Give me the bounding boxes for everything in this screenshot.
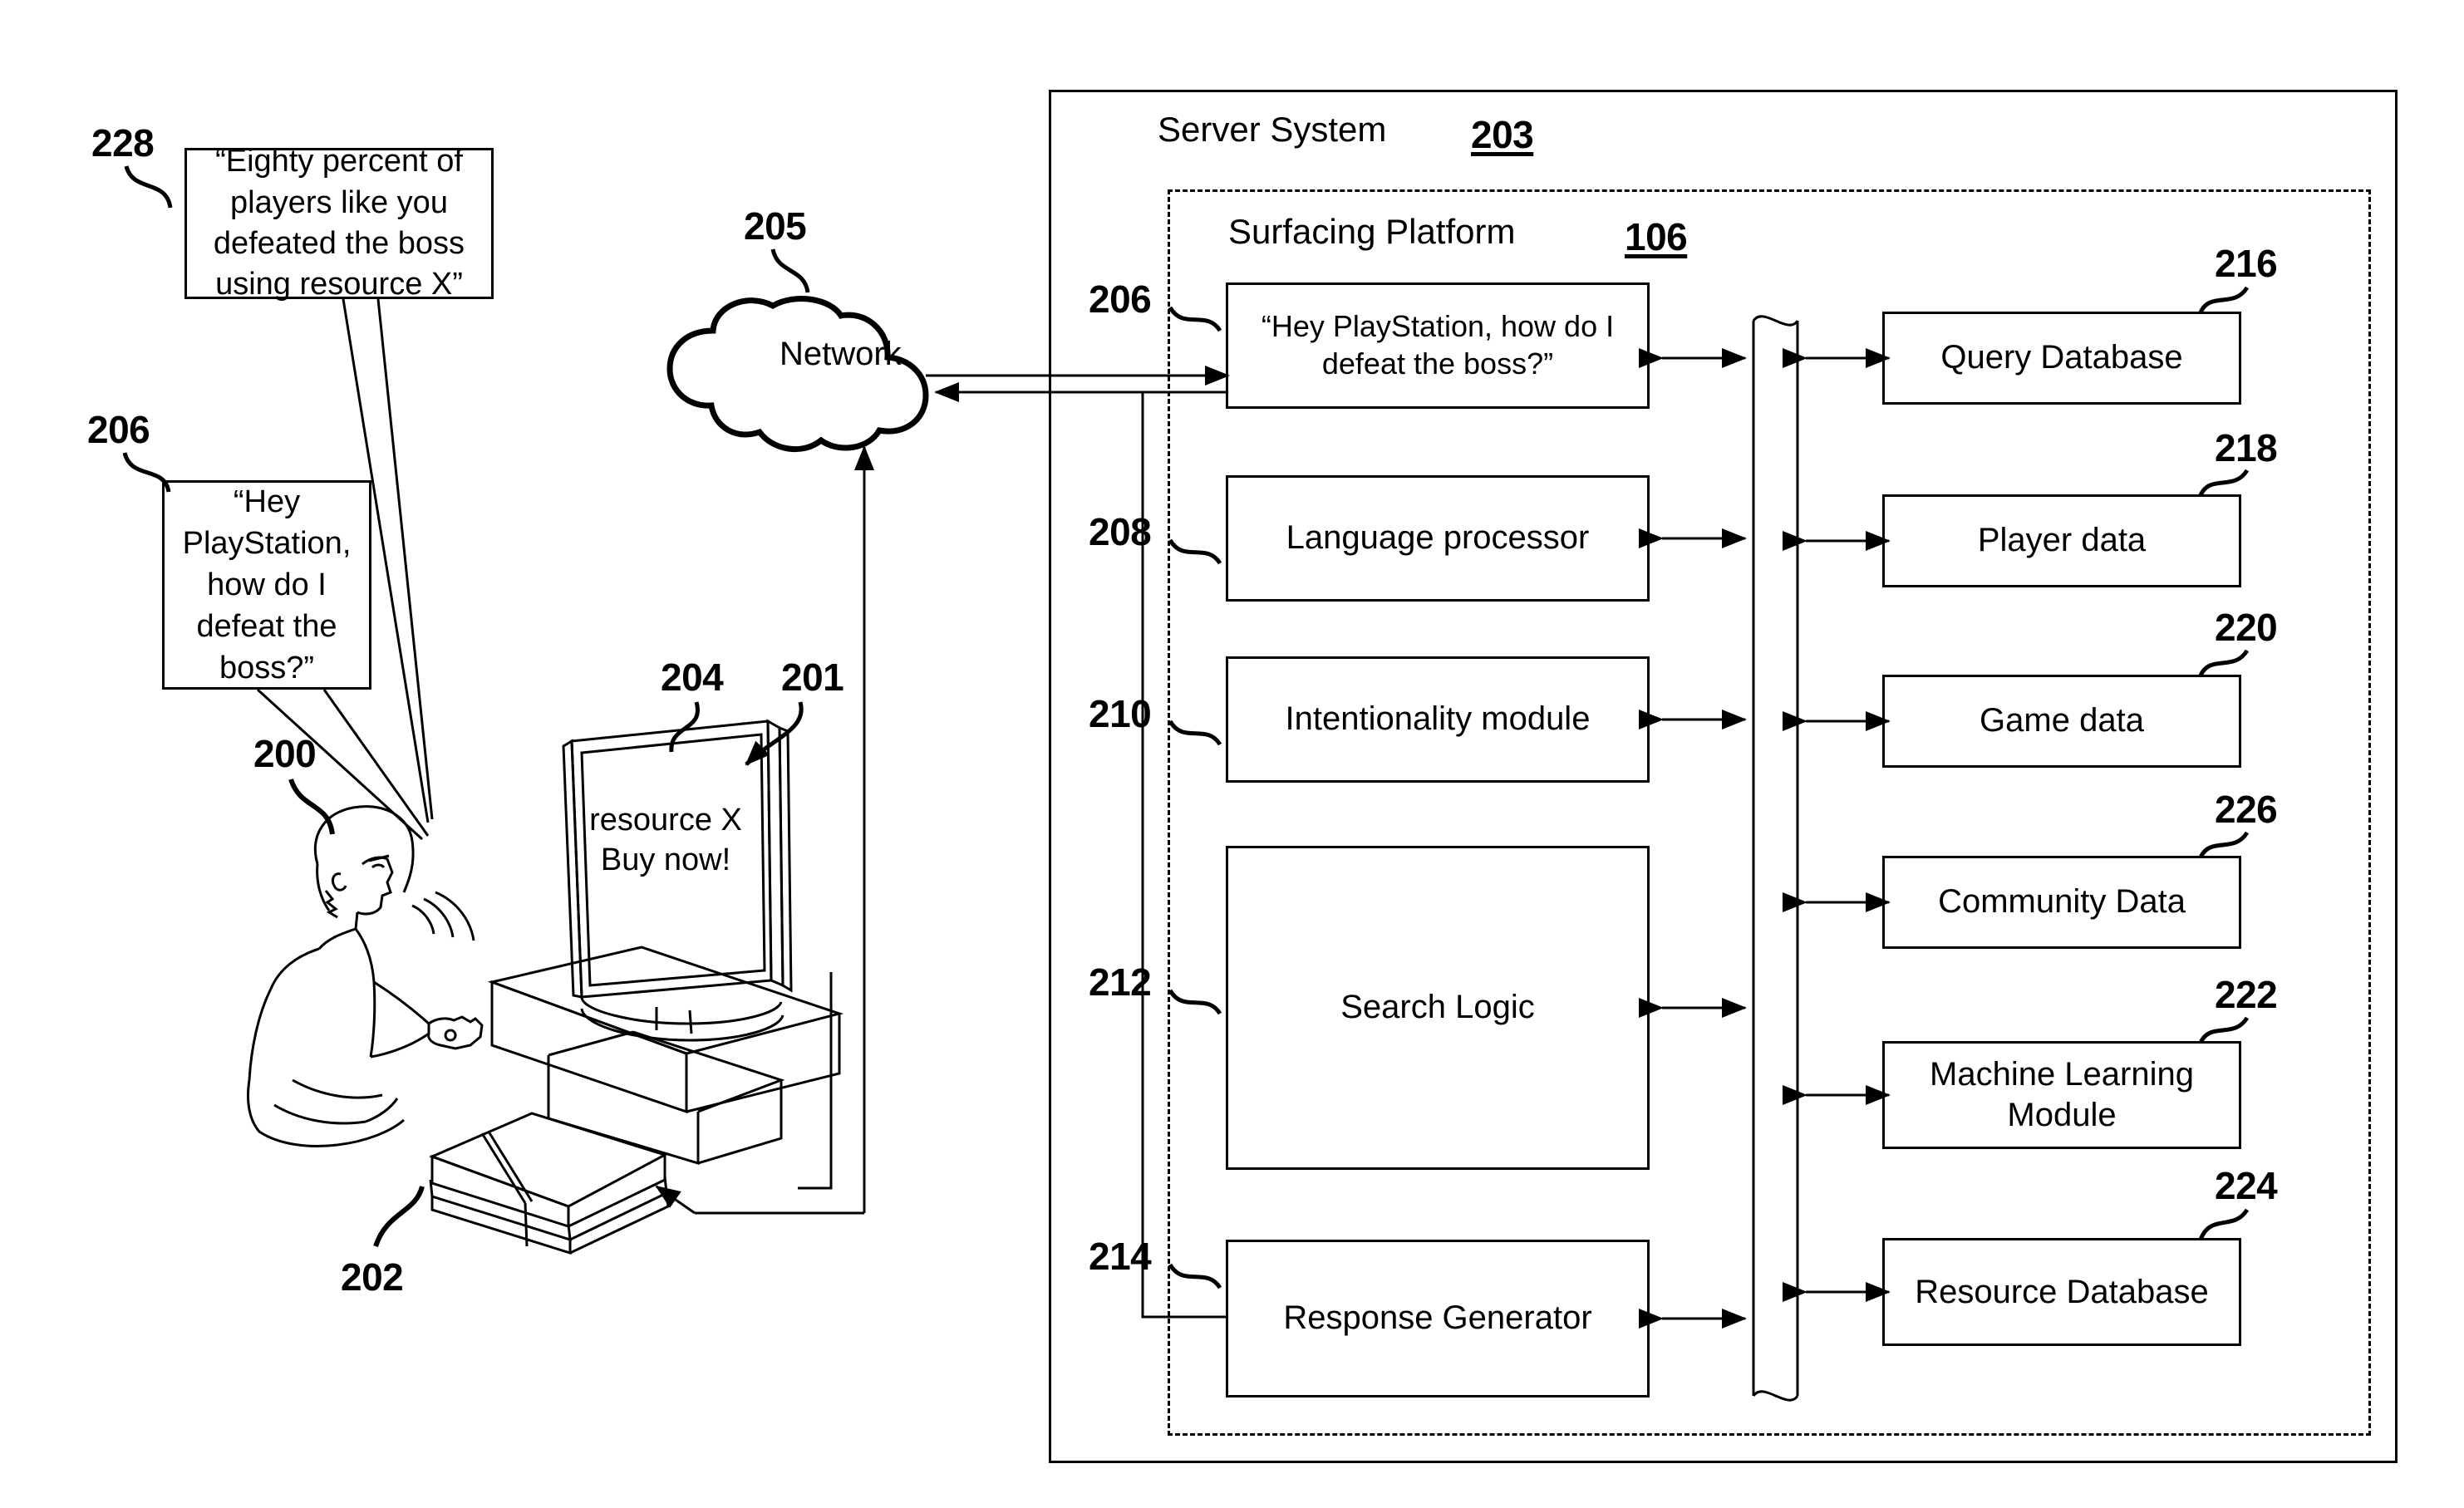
server-system-title: Server System [1158, 110, 1387, 149]
response-bubble-text: “Eighty percent of players like you defe… [213, 144, 465, 302]
player-figure [248, 807, 483, 1147]
ref-206-left: 206 [87, 408, 150, 451]
ref-200: 200 [253, 732, 317, 775]
store-resource-database-label: Resource Database [1915, 1273, 2209, 1310]
module-search-logic-label: Search Logic [1340, 989, 1535, 1026]
store-game-data-label: Game data [1980, 702, 2144, 739]
ref-218: 218 [2215, 426, 2278, 469]
ref-212: 212 [1089, 960, 1152, 1004]
ref-220: 220 [2215, 606, 2278, 649]
module-intentionality-label: Intentionality module [1285, 700, 1591, 738]
module-intentionality: Intentionality module [1226, 656, 1650, 783]
ref-204: 204 [661, 656, 724, 699]
line-console-arrow-into-console [655, 1186, 695, 1213]
pointer-201-to-screen [746, 702, 801, 764]
store-player-data: Player data [1882, 494, 2241, 587]
ref-226: 226 [2215, 788, 2278, 831]
store-player-data-label: Player data [1977, 522, 2147, 559]
ref-203: 203 [1471, 113, 1534, 156]
tv-screen-line-1: resource X [589, 803, 742, 838]
module-language-processor: Language processor [1226, 475, 1650, 602]
leader-204 [671, 702, 698, 752]
surfacing-platform-title: Surfacing Platform [1228, 212, 1516, 251]
query-bubble-tail-2 [324, 690, 428, 836]
query-speech-bubble: “Hey PlayStation, how do I defeat the bo… [162, 480, 371, 690]
ref-214: 214 [1089, 1235, 1152, 1278]
ref-228: 228 [91, 121, 155, 165]
store-community-data: Community Data [1882, 856, 2241, 949]
store-machine-learning-module-label: Machine Learning Module [1930, 1056, 2194, 1133]
tv-cabinet [492, 947, 839, 1163]
ref-201: 201 [781, 656, 844, 699]
game-console [430, 1113, 668, 1253]
ref-202: 202 [341, 1255, 404, 1299]
network-label: Network [780, 336, 902, 372]
television [563, 721, 791, 1040]
response-speech-bubble: “Eighty percent of players like you defe… [184, 144, 494, 302]
response-bubble-tail-2 [378, 299, 432, 819]
ref-222: 222 [2215, 973, 2278, 1016]
query-bubble-text: “Hey PlayStation, how do I defeat the bo… [182, 484, 352, 686]
ref-224: 224 [2215, 1164, 2278, 1207]
store-query-database: Query Database [1882, 312, 2241, 405]
tv-screen-line-2: Buy now! [600, 842, 731, 877]
ref-210: 210 [1089, 692, 1152, 735]
store-community-data-label: Community Data [1938, 883, 2186, 921]
tv-screen-text: resource X Buy now! [558, 801, 773, 881]
store-resource-database: Resource Database [1882, 1238, 2241, 1346]
module-language-processor-label: Language processor [1286, 519, 1590, 557]
module-search-logic: Search Logic [1226, 846, 1650, 1170]
leader-205 [773, 249, 808, 292]
module-query-box: “Hey PlayStation, how do I defeat the bo… [1226, 282, 1650, 409]
ref-208: 208 [1089, 510, 1152, 553]
console-cable [798, 972, 831, 1188]
module-response-generator: Response Generator [1226, 1240, 1650, 1397]
store-query-database-label: Query Database [1940, 339, 2183, 376]
module-query-label: “Hey PlayStation, how do I defeat the bo… [1261, 309, 1615, 381]
store-machine-learning-module: Machine Learning Module [1882, 1041, 2241, 1149]
network-cloud [670, 298, 926, 449]
ref-205: 205 [744, 204, 807, 248]
ref-216: 216 [2215, 242, 2278, 285]
ref-106: 106 [1625, 215, 1688, 258]
leader-228 [126, 166, 170, 208]
figure-canvas: 228 “Eighty percent of players like you … [0, 0, 2464, 1508]
module-response-generator-label: Response Generator [1283, 1299, 1592, 1337]
ref-206-module: 206 [1089, 278, 1152, 321]
store-game-data: Game data [1882, 675, 2241, 768]
leader-202 [376, 1186, 422, 1246]
leader-200 [291, 779, 332, 834]
